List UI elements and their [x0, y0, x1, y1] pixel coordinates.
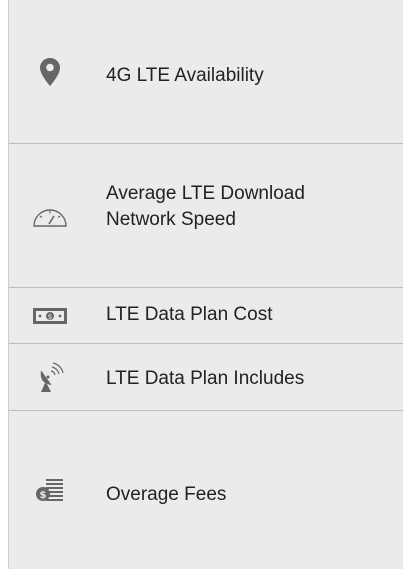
row-label: LTE Data Plan Cost — [106, 304, 273, 325]
row-label: Average LTE Download Network Speed — [106, 183, 305, 230]
speedometer-icon — [9, 144, 91, 287]
svg-text:$: $ — [40, 490, 47, 501]
location-pin-icon — [9, 0, 91, 143]
row-lte-data-plan-cost: $ LTE Data Plan Cost — [9, 288, 403, 343]
row-average-lte-download-speed: Average LTE Download Network Speed — [9, 144, 403, 287]
row-label: Overage Fees — [106, 484, 227, 505]
money-bill-icon: $ — [9, 288, 91, 343]
row-lte-data-plan-includes: LTE Data Plan Includes — [9, 344, 403, 410]
row-label: 4G LTE Availability — [106, 65, 264, 86]
coin-list-icon: $ — [9, 411, 91, 569]
satellite-dish-icon — [9, 344, 91, 410]
row-4g-lte-availability: 4G LTE Availability — [9, 0, 403, 143]
row-overage-fees: $ Overage Fees — [9, 411, 403, 569]
row-label: LTE Data Plan Includes — [106, 368, 305, 389]
comparison-row-labels-panel: 4G LTE Availability Average LTE Download… — [8, 0, 403, 569]
svg-text:$: $ — [48, 313, 52, 321]
